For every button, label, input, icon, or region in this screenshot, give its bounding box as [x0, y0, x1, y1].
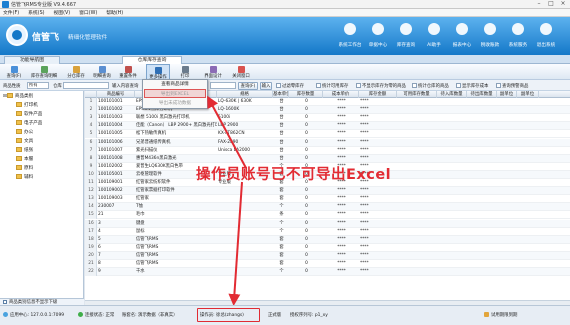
warning-icon	[484, 312, 489, 317]
status-expire[interactable]: 试用期限到期	[491, 312, 517, 318]
status-server: 应用中心: 127.0.0.1:7099	[10, 313, 65, 318]
status-operator: 操作员: 徐总(zhangs)	[200, 313, 244, 318]
arrow-to-menu	[207, 95, 247, 169]
annotation-text: 操作员账号已不可导出Excel	[196, 167, 392, 183]
connection-icon	[78, 312, 83, 317]
status-company: 账套名: 演示数据（非真实）	[122, 313, 178, 318]
arrow-to-operator	[228, 181, 243, 306]
status-bar: 应用中心: 127.0.0.1:7099 连接状态: 正常 账套名: 演示数据（…	[0, 305, 570, 325]
status-license: 授权序列号: p1_xy	[290, 313, 328, 318]
status-connection: 连接状态: 正常	[85, 313, 115, 318]
status-version: 正式版	[268, 313, 282, 318]
server-icon	[3, 312, 8, 317]
